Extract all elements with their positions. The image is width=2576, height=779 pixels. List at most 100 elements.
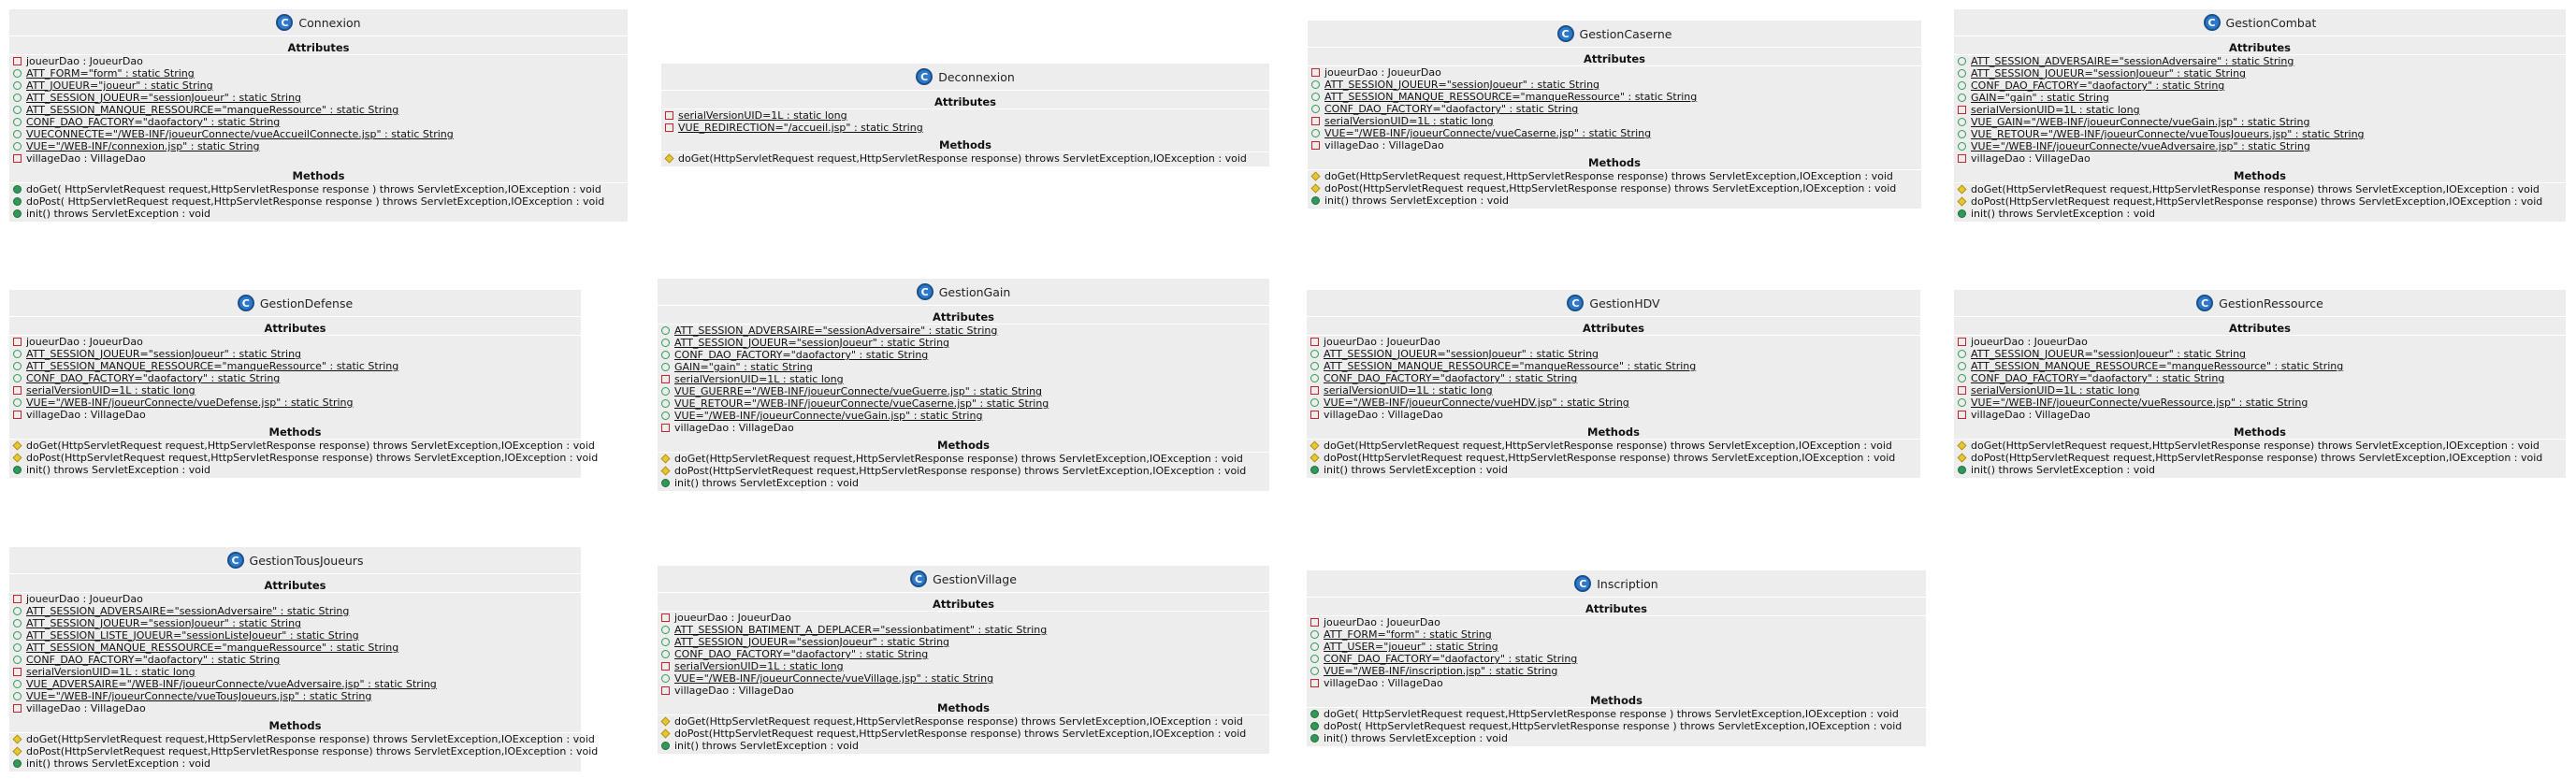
- public-visibility-icon: [1958, 398, 1966, 407]
- public-visibility-icon: [661, 674, 670, 683]
- public-visibility-icon: [661, 326, 670, 335]
- attribute-text: joueurDao : JoueurDao: [1324, 616, 1440, 628]
- attribute-text: joueurDao : JoueurDao: [1324, 66, 1441, 79]
- attribute-text: serialVersionUID=1L : static long: [1971, 104, 2140, 116]
- method-row: init() throws ServletException : void: [9, 757, 581, 770]
- attribute-text: ATT_SESSION_MANQUE_RESSOURCE="manqueRess…: [26, 642, 399, 654]
- attribute-text: ATT_SESSION_MANQUE_RESSOURCE="manqueRess…: [1971, 360, 2344, 372]
- attribute-row: VUE_GAIN="/WEB-INF/joueurConnecte/vueGai…: [1954, 116, 2566, 128]
- class-footer-spacer: [1307, 744, 1926, 746]
- attribute-row: VUE="/WEB-INF/joueurConnecte/vueRessourc…: [1954, 397, 2566, 409]
- class-name: GestionDefense: [259, 296, 354, 310]
- method-text: init() throws ServletException : void: [1324, 732, 1509, 744]
- attribute-text: serialVersionUID=1L : static long: [26, 666, 195, 678]
- public-visibility-icon: [13, 643, 22, 652]
- attribute-row: ATT_SESSION_JOUEUR="sessionJoueur" : sta…: [9, 617, 581, 629]
- attribute-row: GAIN="gain" : static String: [658, 361, 1269, 373]
- attribute-text: ATT_USER="joueur" : static String: [1324, 641, 1498, 653]
- protected-visibility-icon: [1957, 184, 1967, 195]
- class-footer-spacer: [9, 476, 581, 478]
- method-text: doGet(HttpServletRequest request,HttpSer…: [1324, 170, 1893, 182]
- attribute-row: villageDao : VillageDao: [1954, 409, 2566, 421]
- attribute-text: CONF_DAO_FACTORY="daofactory" : static S…: [674, 349, 929, 361]
- private-visibility-icon: [1310, 386, 1319, 395]
- attribute-text: VUE="/WEB-INF/joueurConnecte/vueHDV.jsp"…: [1324, 397, 1629, 409]
- attribute-text: villageDao : VillageDao: [1324, 139, 1444, 151]
- method-row: doPost(HttpServletRequest request,HttpSe…: [9, 745, 598, 757]
- attribute-row: serialVersionUID=1L : static long: [1307, 384, 1920, 397]
- attribute-text: VUE="/WEB-INF/joueurConnecte/vueVillage.…: [674, 672, 994, 685]
- attribute-text: VUE_RETOUR="/WEB-INF/joueurConnecte/vueT…: [1971, 128, 2365, 140]
- attribute-row: ATT_USER="joueur" : static String: [1307, 641, 1926, 653]
- attribute-row: CONF_DAO_FACTORY="daofactory" : static S…: [1308, 103, 1921, 115]
- public-visibility-icon: [1958, 350, 1966, 358]
- method-text: doGet(HttpServletRequest request,HttpSer…: [1324, 440, 1892, 452]
- method-row: doGet(HttpServletRequest request,HttpSer…: [9, 440, 595, 452]
- attribute-text: ATT_SESSION_LISTE_JOUEUR="sessionListeJo…: [26, 629, 359, 642]
- private-visibility-icon: [661, 662, 670, 671]
- public-visibility-icon: [13, 118, 22, 126]
- public-visibility-icon: [13, 197, 22, 206]
- protected-visibility-icon: [1310, 171, 1321, 181]
- attribute-text: CONF_DAO_FACTORY="daofactory" : static S…: [26, 654, 281, 666]
- public-visibility-icon: [1310, 398, 1319, 407]
- class-box-inscription: C Inscription Attributes joueurDao : Joueur…: [1307, 570, 1926, 746]
- attribute-text: villageDao : VillageDao: [1971, 152, 2091, 165]
- class-name: GestionCaserne: [1579, 26, 1672, 41]
- private-visibility-icon: [1311, 141, 1320, 150]
- class-box-gestiongain: C GestionGain Attributes ATT_SESSION_ADVERS…: [658, 279, 1269, 491]
- class-header: C GestionVillage: [658, 566, 1269, 593]
- private-visibility-icon: [1958, 338, 1966, 346]
- attribute-row: ATT_FORM="form" : static String: [1307, 628, 1926, 641]
- attribute-row: villageDao : VillageDao: [9, 702, 581, 714]
- method-text: doPost(HttpServletRequest request,HttpSe…: [1324, 182, 1897, 195]
- attributes-section-title: Attributes: [1954, 322, 2566, 336]
- attribute-text: GAIN="gain" : static String: [674, 361, 813, 373]
- method-row: init() throws ServletException : void: [1308, 195, 1921, 207]
- attribute-row: ATT_FORM="form" : static String: [9, 67, 628, 79]
- public-visibility-icon: [1958, 142, 1966, 151]
- public-visibility-icon: [1310, 466, 1319, 474]
- class-footer-spacer: [9, 770, 581, 772]
- attributes-section-title: Attributes: [1954, 41, 2566, 55]
- attribute-text: villageDao : VillageDao: [26, 702, 146, 714]
- attributes-section-title: Attributes: [9, 322, 581, 336]
- class-box-gestiondefense: C GestionDefense Attributes joueurDao : Jou…: [9, 290, 598, 478]
- class-name: GestionVillage: [933, 571, 1017, 586]
- public-visibility-icon: [661, 387, 670, 396]
- private-visibility-icon: [661, 424, 670, 432]
- private-visibility-icon: [661, 686, 670, 695]
- methods-section-title: Methods: [1954, 426, 2566, 440]
- attribute-row: VUE="/WEB-INF/joueurConnecte/vueVillage.…: [658, 672, 1269, 685]
- public-visibility-icon: [13, 619, 22, 628]
- attribute-row: villageDao : VillageDao: [1954, 152, 2566, 165]
- attribute-row: VUE_GUERRE="/WEB-INF/joueurConnecte/vueG…: [658, 385, 1269, 397]
- class-header: C Inscription: [1307, 570, 1926, 598]
- public-visibility-icon: [1310, 722, 1319, 730]
- public-visibility-icon: [13, 759, 22, 768]
- method-row: init() throws ServletException : void: [1307, 464, 1920, 476]
- method-row: doPost(HttpServletRequest request,HttpSe…: [1307, 452, 1920, 464]
- attribute-row: ATT_SESSION_JOUEUR="sessionJoueur" : sta…: [1954, 348, 2566, 360]
- attribute-row: VUE_RETOUR="/WEB-INF/joueurConnecte/vueT…: [1954, 128, 2566, 140]
- public-visibility-icon: [1958, 466, 1966, 474]
- protected-visibility-icon: [12, 746, 22, 757]
- attribute-text: ATT_JOUEUR="joueur" : static String: [26, 79, 213, 92]
- attribute-row: serialVersionUID=1L : static long: [658, 373, 1269, 385]
- method-text: init() throws ServletException : void: [674, 740, 860, 752]
- attribute-row: VUE="/WEB-INF/inscription.jsp" : static …: [1307, 665, 1926, 677]
- attributes-section-title: Attributes: [1307, 322, 1920, 336]
- methods-section-title: Methods: [9, 169, 628, 183]
- method-row: doPost( HttpServletRequest request,HttpS…: [9, 195, 628, 208]
- private-visibility-icon: [13, 386, 22, 395]
- public-visibility-icon: [661, 363, 670, 371]
- method-text: init() throws ServletException : void: [26, 757, 211, 770]
- attribute-text: serialVersionUID=1L : static long: [1324, 384, 1493, 397]
- public-visibility-icon: [13, 398, 22, 407]
- private-visibility-icon: [661, 375, 670, 383]
- method-text: doGet( HttpServletRequest request,HttpSe…: [1324, 708, 1899, 720]
- attribute-text: ATT_FORM="form" : static String: [26, 67, 195, 79]
- public-visibility-icon: [13, 680, 22, 688]
- attribute-row: ATT_SESSION_MANQUE_RESSOURCE="manqueRess…: [1307, 360, 1920, 372]
- attribute-text: ATT_SESSION_MANQUE_RESSOURCE="manqueRess…: [1324, 360, 1697, 372]
